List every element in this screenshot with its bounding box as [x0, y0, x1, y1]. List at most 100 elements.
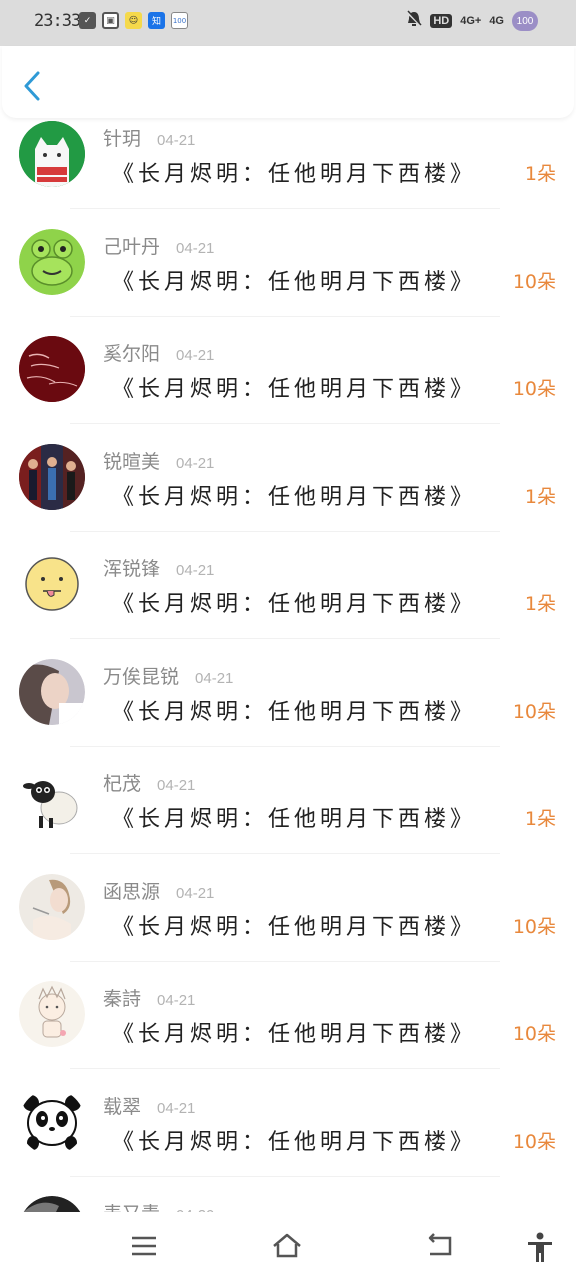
zhihu-app-icon: 知: [148, 12, 165, 29]
list-item[interactable]: 己叶丹 04-21 《长月烬明：任他明月下西楼》 10朵: [0, 226, 576, 334]
sender-name: 杞茂 04-21: [103, 769, 195, 796]
list-item[interactable]: 针玥 04-21 《长月烬明：任他明月下西楼》 1朵: [0, 118, 576, 226]
top-header: [2, 46, 574, 118]
sender-name: 奚尔阳 04-21: [103, 339, 214, 366]
sender-name-text: 锐暄美: [103, 450, 161, 473]
message-text: 《长月烬明：任他明月下西楼》: [112, 1129, 477, 1155]
list-item[interactable]: 杞茂 04-21 《长月烬明：任他明月下西楼》 1朵: [0, 763, 576, 871]
accessibility-icon: [528, 1232, 552, 1262]
home-icon: [273, 1233, 301, 1258]
date-text: 04-21: [176, 347, 215, 364]
date-text: 04-21: [176, 562, 215, 579]
sender-name-text: 载翠: [103, 1095, 142, 1118]
message-text: 《长月烬明：任他明月下西楼》: [112, 807, 477, 832]
status-notification-icons: ✓ ▣ ☺ 知 100: [79, 12, 188, 32]
date-text: 04-21: [176, 454, 215, 472]
list-item[interactable]: 万俟昆锐 04-21 《长月烬明：任他明月下西楼》 10朵: [0, 656, 576, 764]
sender-name-text: 秦詩: [103, 988, 142, 1010]
message-text: 《长月烬明：任他明月下西楼》: [112, 914, 477, 940]
gift-count: 10朵: [512, 700, 556, 723]
back-nav-button[interactable]: [424, 1232, 456, 1260]
mute-bell-icon: [406, 10, 423, 32]
sender-name-text: 函思源: [103, 880, 161, 903]
system-nav-bar: [0, 1212, 576, 1280]
frog-avatar-icon: [19, 228, 85, 295]
message-text: 《长月烬明：任他明月下西楼》: [112, 162, 477, 187]
cartoon-kid-avatar-icon: [19, 981, 85, 1047]
back-icon: [428, 1233, 452, 1256]
back-button[interactable]: [18, 68, 46, 104]
avatar[interactable]: [19, 228, 85, 295]
sender-name-text: 己叶丹: [103, 235, 161, 258]
list-item[interactable]: 浑锐锋 04-21 《长月烬明：任他明月下西楼》 1朵: [0, 548, 576, 656]
gift-count: 10朵: [512, 1130, 556, 1153]
sender-name: 表又青04-20: [103, 1199, 214, 1212]
sender-name: 浑锐锋 04-21: [103, 554, 214, 581]
status-right-group: HD 4G+ 4G 100: [406, 10, 538, 32]
gift-count: 1朵: [524, 163, 556, 185]
date-text: 04-21: [176, 884, 215, 902]
message-text: 《长月烬明：任他明月下西楼》: [112, 592, 477, 617]
partial-avatar-icon: [23, 1196, 81, 1212]
list-item[interactable]: 秦詩 04-21 《长月烬明：任他明月下西楼》 10朵: [0, 978, 576, 1086]
list-item[interactable]: 奚尔阳 04-21 《长月烬明：任他明月下西楼》 10朵: [0, 333, 576, 441]
avatar[interactable]: [19, 873, 85, 940]
row-divider: [70, 530, 500, 532]
row-divider: [70, 1175, 500, 1177]
woman-sketch-avatar-icon: [19, 873, 85, 940]
date-text: 04-21: [176, 239, 215, 257]
gift-count: 1朵: [524, 593, 556, 615]
sheep-avatar-icon: [19, 766, 85, 832]
row-divider: [70, 745, 500, 747]
accessibility-button[interactable]: [524, 1232, 556, 1262]
gift-count: 10朵: [512, 270, 556, 293]
row-divider: [70, 853, 500, 854]
list-item[interactable]: 载翠 04-21 《长月烬明：任他明月下西楼》 10朵: [0, 1086, 576, 1194]
row-divider: [70, 315, 500, 317]
cat-avatar-icon: [19, 121, 85, 187]
scan-app-icon: ▣: [102, 12, 119, 29]
menu-button[interactable]: [128, 1232, 160, 1260]
sender-name-text: 表又青: [103, 1203, 160, 1212]
gift-count: 10朵: [512, 1023, 556, 1045]
avatar[interactable]: [19, 551, 85, 617]
avatar[interactable]: [19, 121, 85, 187]
row-divider: [70, 423, 500, 424]
text-art-avatar-icon: [19, 336, 85, 402]
network-4g: 4G: [489, 15, 504, 27]
list-item[interactable]: 表又青04-20: [0, 1193, 576, 1212]
sender-name: 万俟昆锐 04-21: [103, 662, 233, 689]
avatar[interactable]: [19, 766, 85, 832]
avatar[interactable]: [19, 336, 85, 402]
sender-name-text: 针玥: [103, 128, 142, 150]
list-item[interactable]: 函思源 04-21 《长月烬明：任他明月下西楼》 10朵: [0, 871, 576, 979]
tongue-face-avatar-icon: [19, 551, 85, 617]
sender-name-text: 浑锐锋: [103, 558, 161, 580]
message-text: 《长月烬明：任他明月下西楼》: [112, 699, 477, 725]
row-divider: [70, 638, 500, 639]
smiley-app-icon: ☺: [125, 12, 142, 29]
avatar[interactable]: [19, 1196, 85, 1212]
gift-count: 10朵: [512, 378, 556, 400]
avatar[interactable]: [19, 1088, 85, 1155]
row-divider: [70, 1068, 500, 1069]
gift-count: 1朵: [524, 485, 556, 508]
sender-name-text: 杞茂: [103, 773, 142, 795]
message-text: 《长月烬明：任他明月下西楼》: [112, 484, 477, 510]
home-button[interactable]: [271, 1232, 303, 1260]
network-4g-plus: 4G+: [460, 15, 482, 27]
message-text: 《长月烬明：任他明月下西楼》: [112, 377, 477, 402]
date-text: 04-21: [157, 777, 196, 794]
girl-photo-avatar-icon: [19, 658, 85, 725]
gift-list: 针玥 04-21 《长月烬明：任他明月下西楼》 1朵 己叶丹 04-21 《长月烬明…: [0, 118, 576, 1212]
avatar[interactable]: [19, 658, 85, 725]
sender-name: 锐暄美 04-21: [103, 447, 214, 474]
row-divider: [70, 208, 500, 209]
list-item[interactable]: 锐暄美 04-21 《长月烬明：任他明月下西楼》 1朵: [0, 441, 576, 549]
sender-name-text: 万俟昆锐: [103, 665, 180, 688]
avatar[interactable]: [19, 443, 85, 510]
avatar[interactable]: [19, 981, 85, 1047]
message-text: 《长月烬明：任他明月下西楼》: [112, 1022, 477, 1047]
sender-name-text: 奚尔阳: [103, 343, 161, 365]
panda-avatar-icon: [19, 1088, 85, 1155]
